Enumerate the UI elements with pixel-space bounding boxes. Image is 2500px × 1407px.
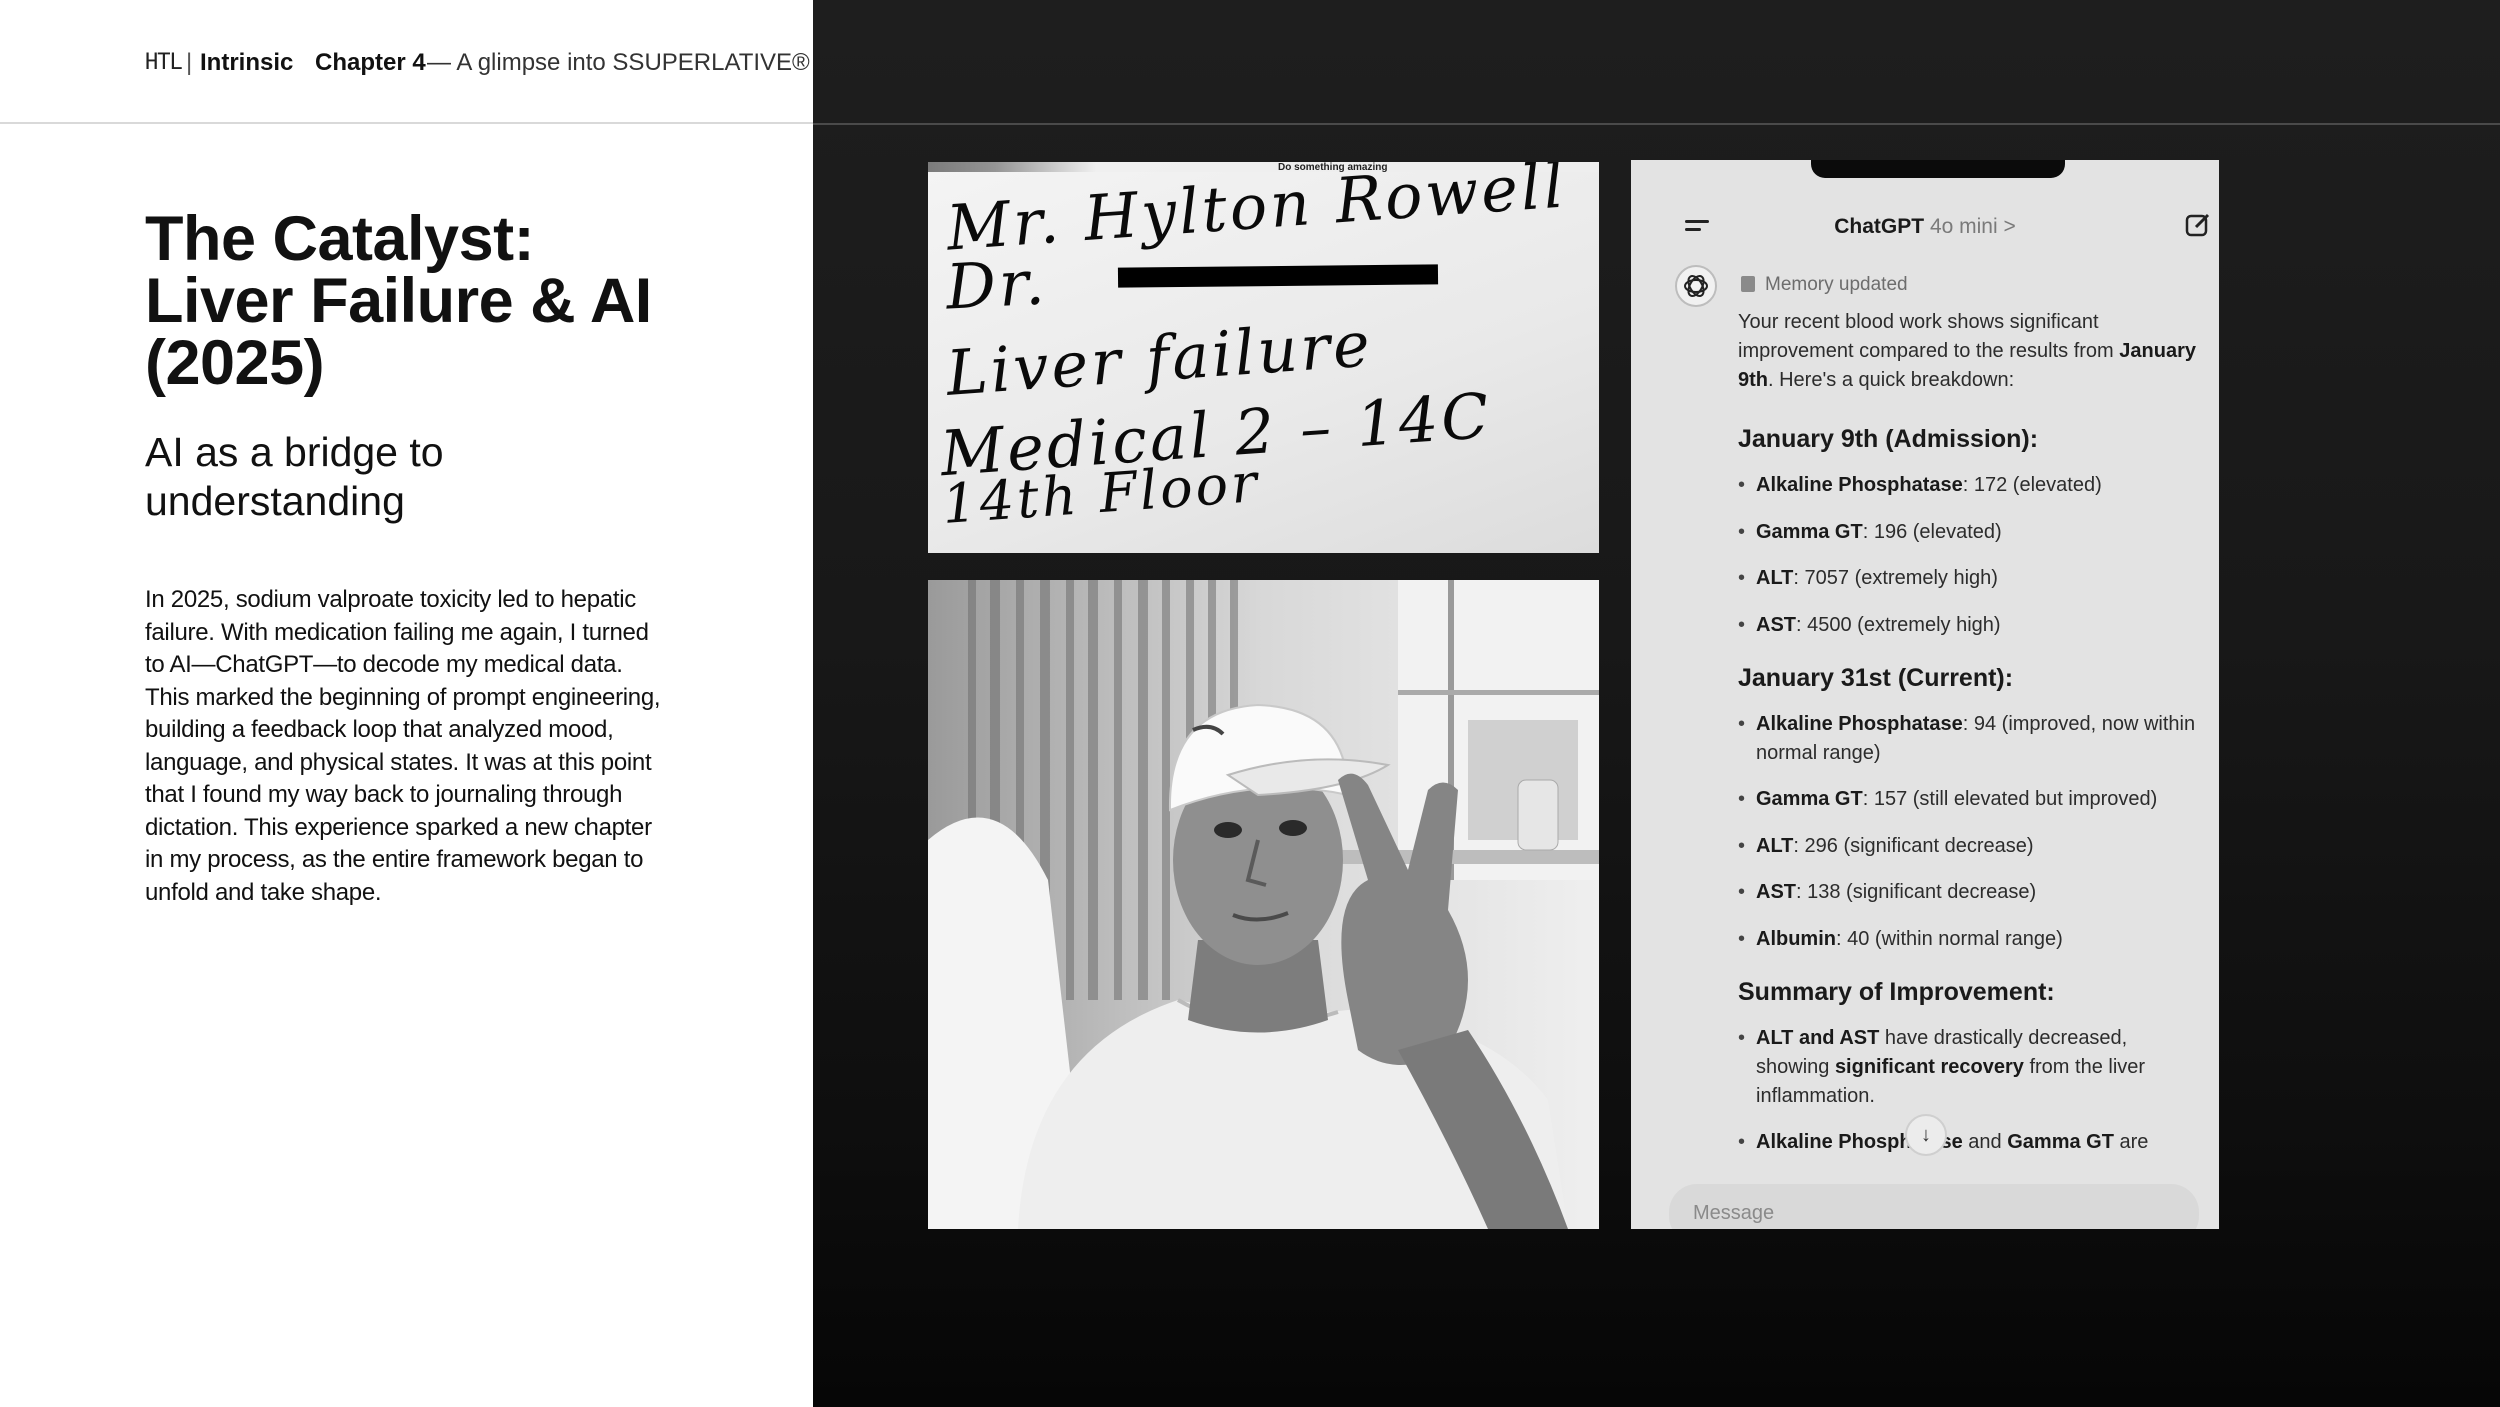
result-label: ALT [1756, 834, 1794, 857]
list-item: AST: 138 (significant decrease) [1738, 878, 2198, 907]
phone-notch [1811, 160, 2065, 178]
section-heading-summary: Summary of Improvement: [1738, 977, 2055, 1006]
result-label: AST [1756, 881, 1796, 903]
admission-results-list: Alkaline Phosphatase: 172 (elevated) Gam… [1738, 471, 2198, 640]
list-item: Alkaline Phosphatase: 172 (elevated) [1738, 471, 2198, 500]
result-value: : 40 (within normal range) [1836, 927, 2063, 950]
brand-name: Intrinsic [200, 49, 294, 76]
result-value: : 138 (significant decrease) [1796, 881, 2037, 903]
selfie-illustration [928, 580, 1599, 1229]
app-name: ChatGPT [1834, 215, 1925, 238]
htl-logo: HTL [145, 50, 183, 75]
slide-subtitle: AI as a bridge to understanding [145, 429, 444, 524]
result-value: : 4500 (extremely high) [1796, 613, 2001, 636]
message-placeholder: Message [1693, 1202, 1775, 1224]
assistant-message: Your recent blood work shows significant… [1738, 308, 2198, 1179]
summary-list: ALT and AST have drastically decreased, … [1738, 1024, 2198, 1158]
slide-header: HTL | Intrinsic Chapter 4 — A glimpse in… [0, 0, 813, 124]
slide-text-panel: HTL | Intrinsic Chapter 4 — A glimpse in… [0, 0, 813, 1407]
memory-updated-label[interactable]: Memory updated [1741, 274, 1908, 296]
redaction-bar [1117, 264, 1439, 288]
result-label: Albumin [1756, 927, 1836, 950]
section-heading-current: January 31st (Current): [1738, 663, 2014, 692]
app-title[interactable]: ChatGPT 4o mini > [1631, 215, 2219, 239]
result-value: : 7057 (extremely high) [1793, 567, 1998, 589]
chatgpt-screenshot: ChatGPT 4o mini > Memory updated Your re… [1631, 160, 2219, 1229]
result-label: Gamma GT [1756, 788, 1863, 810]
list-item: Albumin: 40 (within normal range) [1738, 925, 2198, 954]
summary-text: are [2113, 1131, 2149, 1153]
summary-term: Gamma GT [2007, 1131, 2114, 1153]
summary-term: ALT and AST [1756, 1026, 1880, 1049]
list-item: AST: 4500 (extremely high) [1738, 611, 2198, 640]
slide-body-text: In 2025, sodium valproate toxicity led t… [145, 586, 661, 906]
list-item: Gamma GT: 157 (still elevated but improv… [1738, 785, 2198, 814]
memory-text: Memory updated [1765, 274, 1908, 295]
hospital-selfie-photo [928, 580, 1599, 1229]
header-divider [813, 123, 2500, 125]
result-label: Alkaline Phosphatase [1756, 474, 1963, 496]
list-item: ALT and AST have drastically decreased, … [1738, 1024, 2198, 1111]
chapter-label: Chapter 4 [315, 49, 426, 76]
result-value: : 172 (elevated) [1962, 474, 2102, 496]
model-name: 4o mini [1929, 215, 1998, 238]
memory-icon [1741, 276, 1755, 292]
summary-text: and [1962, 1131, 2008, 1153]
result-label: AST [1756, 613, 1796, 636]
note-line-doctor: Dr. [944, 245, 1050, 324]
list-item: Alkaline Phosphatase and Gamma GT are [1738, 1128, 2198, 1157]
logo-separator: | [186, 49, 193, 76]
scroll-fade [1631, 1160, 2219, 1180]
chatgpt-logo-icon [1675, 265, 1717, 307]
current-results-list: Alkaline Phosphatase: 94 (improved, now … [1738, 710, 2198, 954]
intro-text: Your recent blood work shows significant… [1738, 311, 2120, 362]
new-chat-edit-icon[interactable] [2185, 212, 2211, 238]
scroll-down-arrow-icon[interactable]: ↓ [1905, 1114, 1947, 1156]
result-value: : 296 (significant decrease) [1793, 834, 2034, 857]
image-panel: Do something amazing Mr. Hylton Rowell D… [813, 0, 2500, 1407]
list-item: Alkaline Phosphatase: 94 (improved, now … [1738, 710, 2198, 768]
result-value: : 157 (still elevated but improved) [1862, 788, 2158, 810]
slide-title: The Catalyst: Liver Failure & AI (2025) [145, 204, 652, 398]
summary-term: significant recovery [1834, 1055, 2024, 1078]
result-label: ALT [1756, 567, 1794, 589]
openai-knot-icon [1684, 275, 1708, 297]
result-value: : 196 (elevated) [1862, 520, 2002, 543]
result-label: Alkaline Phosphatase [1756, 712, 1963, 735]
result-label: Gamma GT [1756, 520, 1863, 543]
chapter-subtitle: — A glimpse into SSUPERLATIVE® [427, 49, 810, 76]
chevron-right-icon: > [2003, 215, 2016, 238]
handwritten-note-photo: Do something amazing Mr. Hylton Rowell D… [928, 162, 1599, 553]
intro-text-end: . Here's a quick breakdown: [1768, 369, 2015, 391]
list-item: Gamma GT: 196 (elevated) [1738, 518, 2198, 547]
section-heading-admission: January 9th (Admission): [1738, 425, 2039, 453]
list-item: ALT: 296 (significant decrease) [1738, 832, 2198, 861]
message-input[interactable]: Message [1669, 1184, 2199, 1229]
intro-paragraph: Your recent blood work shows significant… [1738, 308, 2198, 395]
list-item: ALT: 7057 (extremely high) [1738, 564, 2198, 593]
